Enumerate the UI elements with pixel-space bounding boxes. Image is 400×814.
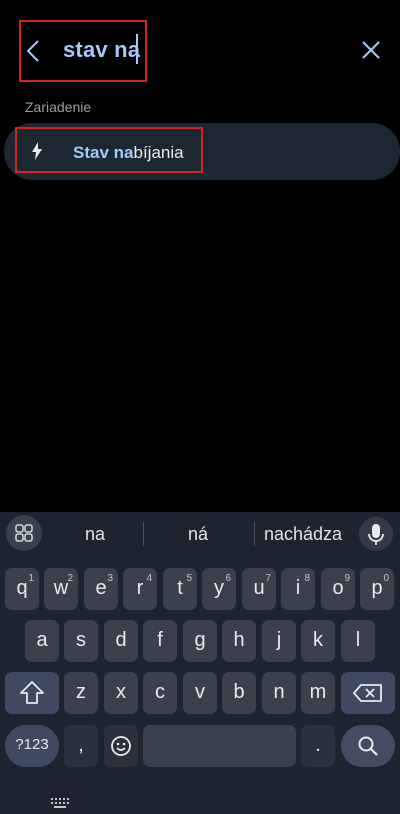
key-hint: 1 [28, 573, 34, 584]
suggestion-divider [143, 522, 144, 546]
key-p[interactable]: p0 [360, 568, 394, 610]
key-s[interactable]: s [64, 620, 98, 662]
key-i[interactable]: i8 [281, 568, 315, 610]
text-cursor [136, 34, 138, 64]
backspace-key[interactable] [341, 672, 395, 714]
suggestion-1[interactable]: na [60, 524, 130, 545]
key-label: y [214, 577, 224, 599]
key-f[interactable]: f [143, 620, 177, 662]
key-o[interactable]: o9 [321, 568, 355, 610]
key-j[interactable]: j [262, 620, 296, 662]
grid-icon [15, 524, 33, 542]
search-input[interactable]: stav na [63, 37, 140, 63]
on-screen-keyboard [0, 512, 400, 814]
key-hint: 5 [186, 573, 192, 584]
key-q[interactable]: q1 [5, 568, 39, 610]
key-hint: 7 [265, 573, 271, 584]
symbols-key[interactable]: ?123 [5, 725, 59, 767]
key-l[interactable]: l [341, 620, 375, 662]
key-w[interactable]: w2 [44, 568, 78, 610]
key-a[interactable]: a [25, 620, 59, 662]
suggestion-divider [254, 522, 255, 546]
key-z[interactable]: z [64, 672, 98, 714]
key-h[interactable]: h [222, 620, 256, 662]
key-v[interactable]: v [183, 672, 217, 714]
key-label: p [371, 577, 383, 599]
key-m[interactable]: m [301, 672, 335, 714]
comma-key[interactable]: , [64, 725, 98, 767]
key-k[interactable]: k [301, 620, 335, 662]
shift-icon [20, 681, 44, 704]
emoji-icon [111, 736, 131, 756]
key-hint: 9 [344, 573, 350, 584]
key-c[interactable]: c [143, 672, 177, 714]
key-hint: 8 [304, 573, 310, 584]
key-e[interactable]: e3 [84, 568, 118, 610]
shift-key[interactable] [5, 672, 59, 714]
key-hint: 2 [67, 573, 73, 584]
key-r[interactable]: r4 [123, 568, 157, 610]
space-key[interactable] [143, 725, 296, 767]
key-label: e [95, 577, 107, 599]
key-y[interactable]: y6 [202, 568, 236, 610]
key-label: r [136, 577, 144, 599]
key-label: u [253, 577, 265, 599]
key-label: w [53, 577, 69, 599]
microphone-icon [368, 524, 384, 545]
search-icon [358, 736, 378, 756]
close-icon[interactable] [361, 40, 381, 60]
search-result-match: Stav na [73, 143, 134, 162]
key-g[interactable]: g [183, 620, 217, 662]
back-arrow-icon[interactable] [26, 39, 40, 63]
key-label: i [295, 577, 301, 599]
search-result-rest: bíjania [133, 143, 184, 162]
search-result-label: Stav nabíjania [73, 143, 184, 163]
period-key[interactable]: . [301, 725, 335, 767]
key-hint: 3 [107, 573, 113, 584]
emoji-key[interactable] [104, 725, 138, 767]
keyboard-menu-button[interactable] [6, 515, 42, 551]
key-t[interactable]: t5 [163, 568, 197, 610]
suggestion-2[interactable]: ná [160, 524, 236, 545]
suggestion-3[interactable]: nachádza [258, 524, 348, 545]
key-b[interactable]: b [222, 672, 256, 714]
search-key[interactable] [341, 725, 395, 767]
key-hint: 4 [146, 573, 152, 584]
key-label: t [177, 577, 183, 599]
key-hint: 0 [383, 573, 389, 584]
voice-input-button[interactable] [359, 517, 393, 551]
key-u[interactable]: u7 [242, 568, 276, 610]
keyboard-icon[interactable] [50, 797, 70, 809]
key-hint: 6 [225, 573, 231, 584]
lightning-bolt-icon [32, 142, 42, 160]
backspace-icon [353, 684, 382, 702]
key-d[interactable]: d [104, 620, 138, 662]
key-x[interactable]: x [104, 672, 138, 714]
key-label: q [16, 577, 28, 599]
key-n[interactable]: n [262, 672, 296, 714]
key-label: o [332, 577, 344, 599]
section-label: Zariadenie [25, 99, 92, 115]
